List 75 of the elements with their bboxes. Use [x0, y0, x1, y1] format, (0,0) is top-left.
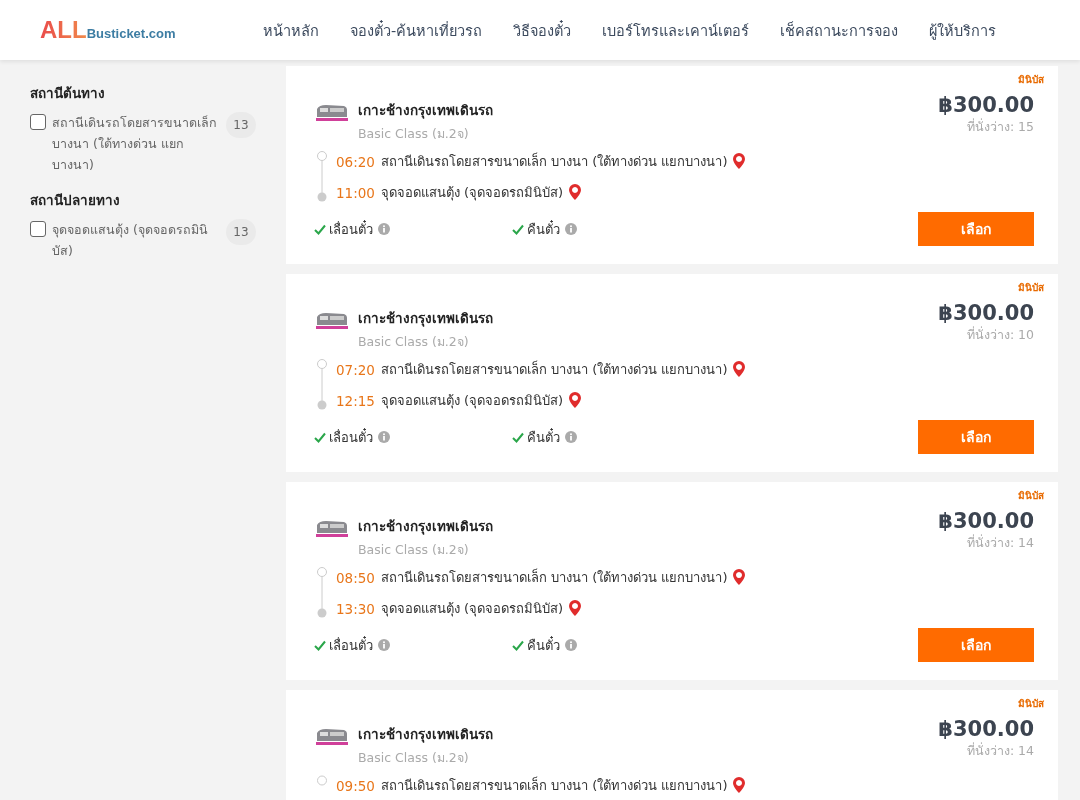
bus-class: Basic Class (ม.2จ): [358, 125, 470, 143]
check-icon: [314, 223, 326, 235]
info-icon[interactable]: [378, 223, 390, 235]
filter-label[interactable]: จุดจอดแสนตุ้ง (จุดจอดรถมินิบัส): [52, 219, 220, 261]
operator-name: เกาะช้างกรุงเทพเดินรถ: [358, 517, 493, 537]
operator-name: เกาะช้างกรุงเทพเดินรถ: [358, 725, 493, 745]
ticket-price: ฿300.00: [938, 301, 1034, 325]
operator-name: เกาะช้างกรุงเทพเดินรถ: [358, 309, 493, 329]
vehicle-type-label: มินิบัส: [1018, 73, 1044, 87]
stop-name: สถานีเดินรถโดยสารขนาดเล็ก บางนา (ใต้ทางด่วน แยกบางนา): [380, 775, 728, 795]
stop-name: จุดจอดแสนตุ้ง (จุดจอดรถมินิบัส): [380, 392, 564, 411]
filter-label[interactable]: สถานีเดินรถโดยสารขนาดเล็ก บางนา (ใต้ทางด่วน แยกบางนา): [52, 112, 220, 175]
bus-class: Basic Class (ม.2จ): [358, 541, 470, 559]
timeline-marker-icon: [316, 774, 328, 786]
vehicle-type-label: มินิบัส: [1018, 489, 1044, 503]
bus-class: Basic Class (ม.2จ): [358, 749, 470, 767]
nav-link[interactable]: จองตั๋ว-ค้นหาเที่ยวรถ: [350, 18, 483, 42]
bus-class: Basic Class (ม.2จ): [358, 333, 470, 351]
ticket-feature: คืนตั๋ว: [527, 635, 560, 655]
info-icon[interactable]: [565, 639, 577, 651]
map-pin-icon: [733, 776, 746, 795]
ticket-feature: คืนตั๋ว: [527, 219, 560, 239]
vehicle-type-label: มินิบัส: [1018, 697, 1044, 711]
map-pin-icon: [733, 152, 746, 171]
filter-heading: สถานีต้นทาง: [30, 84, 106, 103]
stop-time: 09:50: [336, 777, 375, 794]
filter-checkbox[interactable]: [30, 221, 46, 237]
stop-time: 06:20: [336, 153, 375, 170]
stop-time: 11:00: [336, 184, 375, 201]
nav-link[interactable]: เบอร์โทรและเคาน์เตอร์: [602, 18, 750, 42]
nav-link[interactable]: เช็คสถานะการจอง: [780, 18, 899, 42]
stop-name: สถานีเดินรถโดยสารขนาดเล็ก บางนา (ใต้ทางด่วน แยกบางนา): [380, 359, 728, 379]
filter-count: 13: [226, 219, 256, 245]
check-icon: [512, 223, 524, 235]
check-icon: [314, 431, 326, 443]
ticket-feature: คืนตั๋ว: [527, 427, 560, 447]
map-pin-icon: [569, 599, 582, 618]
site-logo[interactable]: ALLBusticket.com: [40, 16, 263, 44]
check-icon: [512, 639, 524, 651]
map-pin-icon: [569, 391, 582, 410]
check-icon: [314, 639, 326, 651]
ticket-feature: เลื่อนตั๋ว: [329, 219, 373, 239]
stop-time: 13:30: [336, 600, 375, 617]
vehicle-type-label: มินิบัส: [1018, 281, 1044, 295]
filter-checkbox[interactable]: [30, 114, 46, 130]
operator-name: เกาะช้างกรุงเทพเดินรถ: [358, 101, 493, 121]
info-icon[interactable]: [378, 431, 390, 443]
map-pin-icon: [569, 183, 582, 202]
nav-link[interactable]: ผู้ให้บริการ: [929, 18, 997, 42]
info-icon[interactable]: [565, 431, 577, 443]
ticket-price: ฿300.00: [938, 717, 1034, 741]
ticket-price: ฿300.00: [938, 93, 1034, 117]
nav-link[interactable]: วิธีจองตั๋ว: [513, 18, 572, 42]
ticket-feature: เลื่อนตั๋ว: [329, 427, 373, 447]
map-pin-icon: [733, 360, 746, 379]
stop-name: จุดจอดแสนตุ้ง (จุดจอดรถมินิบัส): [380, 184, 564, 203]
filter-count: 13: [226, 112, 256, 138]
seats-available: ที่นั่งว่าง: 10: [966, 325, 1034, 344]
stop-time: 07:20: [336, 361, 375, 378]
stop-name: สถานีเดินรถโดยสารขนาดเล็ก บางนา (ใต้ทางด่วน แยกบางนา): [380, 151, 728, 171]
info-icon[interactable]: [565, 223, 577, 235]
info-icon[interactable]: [378, 639, 390, 651]
seats-available: ที่นั่งว่าง: 14: [966, 533, 1034, 552]
stop-name: จุดจอดแสนตุ้ง (จุดจอดรถมินิบัส): [380, 600, 564, 619]
stop-name: สถานีเดินรถโดยสารขนาดเล็ก บางนา (ใต้ทางด่วน แยกบางนา): [380, 567, 728, 587]
filter-heading: สถานีปลายทาง: [30, 191, 121, 210]
stop-time: 08:50: [336, 569, 375, 586]
map-pin-icon: [733, 568, 746, 587]
stop-time: 12:15: [336, 392, 375, 409]
seats-available: ที่นั่งว่าง: 14: [966, 741, 1034, 760]
seats-available: ที่นั่งว่าง: 15: [966, 117, 1034, 136]
ticket-price: ฿300.00: [938, 509, 1034, 533]
ticket-feature: เลื่อนตั๋ว: [329, 635, 373, 655]
check-icon: [512, 431, 524, 443]
nav-link[interactable]: หน้าหลัก: [263, 18, 319, 42]
